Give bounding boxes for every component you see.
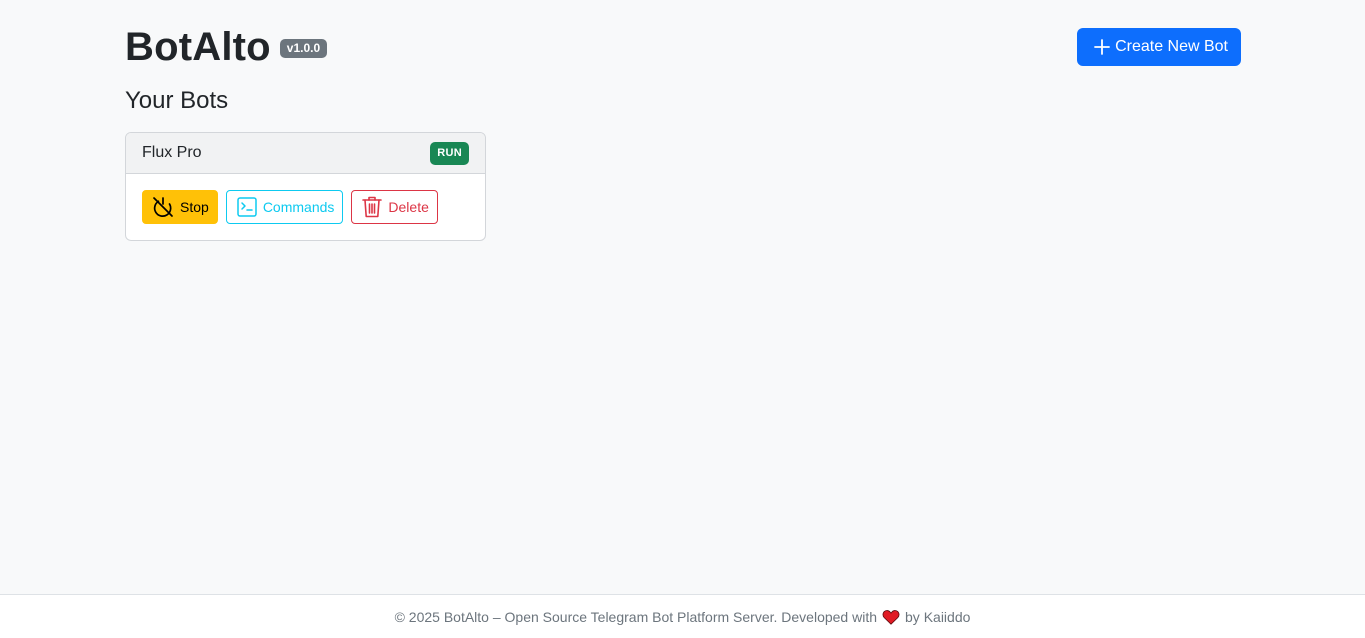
commands-button[interactable]: Commands (225, 190, 344, 224)
footer-author: by Kaiiddo (905, 608, 971, 625)
bot-card-actions: Stop Commands Delete (126, 174, 485, 240)
bot-name: Flux Pro (142, 144, 202, 161)
commands-button-label: Commands (262, 199, 335, 215)
bot-card: Flux Pro RUN Stop Commands Delete (125, 132, 486, 241)
delete-button[interactable]: Delete (351, 190, 438, 224)
stop-button-label: Stop (180, 199, 209, 215)
create-new-bot-label: Create New Bot (1115, 38, 1228, 55)
stop-button[interactable]: Stop (142, 190, 218, 224)
power-off-icon (151, 195, 175, 219)
version-badge: v1.0.0 (279, 38, 328, 58)
trash-icon (361, 195, 383, 219)
app-title: BotAlto (125, 25, 271, 69)
plus-icon (1093, 38, 1111, 56)
bot-card-header: Flux Pro RUN (126, 133, 485, 174)
section-title: Your Bots (125, 87, 229, 114)
terminal-icon (236, 196, 258, 218)
footer-text: © 2025 BotAlto – Open Source Telegram Bo… (394, 608, 878, 625)
header: BotAlto v1.0.0 Create New Bot (125, 25, 1241, 69)
page: BotAlto v1.0.0 Create New Bot Your Bots … (0, 0, 1365, 638)
footer: © 2025 BotAlto – Open Source Telegram Bo… (0, 594, 1365, 638)
heart-icon (882, 609, 900, 625)
brand: BotAlto v1.0.0 (125, 25, 328, 69)
delete-button-label: Delete (388, 199, 429, 215)
create-new-bot-button[interactable]: Create New Bot (1077, 28, 1241, 66)
status-badge: RUN (430, 141, 469, 165)
